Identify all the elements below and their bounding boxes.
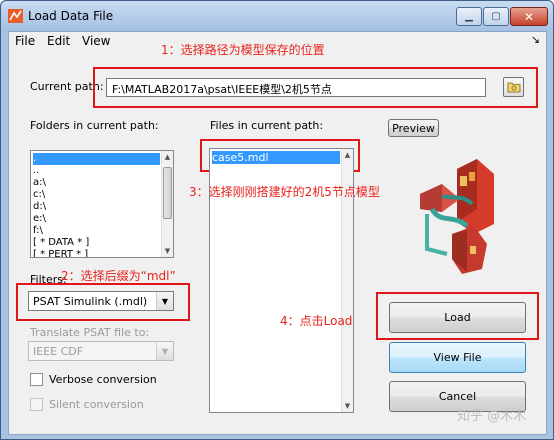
files-label: Files in current path: (210, 119, 324, 132)
folder-item[interactable]: a:\ (33, 177, 46, 189)
annotation-step2: 2：选择后缀为“mdl” (61, 269, 176, 283)
close-button[interactable]: ✕ (510, 7, 548, 26)
annotation-step4: 4：点击Load (280, 314, 353, 328)
folder-item[interactable]: [ * DATA * ] (33, 237, 89, 249)
load-data-file-window: Load Data File ▁ ▢ ✕ File Edit View ↘ 1：… (0, 0, 554, 440)
menu-view[interactable]: View (82, 34, 110, 48)
scroll-up-icon[interactable]: ▲ (342, 149, 353, 161)
silent-conversion-label: Silent conversion (49, 398, 144, 411)
folder-item[interactable]: d:\ (33, 201, 46, 213)
file-item[interactable]: case5.mdl (212, 151, 340, 164)
folder-item[interactable]: c:\ (33, 189, 45, 201)
menu-edit[interactable]: Edit (47, 34, 70, 48)
filters-selected-value: PSAT Simulink (.mdl) (33, 295, 148, 308)
folders-label: Folders in current path: (30, 119, 159, 132)
chevron-down-icon[interactable]: ▼ (156, 342, 173, 360)
scroll-up-icon[interactable]: ▲ (162, 151, 173, 163)
dock-arrow-icon[interactable]: ↘ (531, 33, 540, 46)
scroll-down-icon[interactable]: ▼ (162, 245, 173, 257)
folder-item[interactable]: . (33, 153, 160, 165)
filters-select[interactable]: PSAT Simulink (.mdl) ▼ (28, 291, 174, 311)
close-icon: ✕ (523, 9, 535, 24)
browse-folder-button[interactable] (503, 77, 524, 97)
translate-label: Translate PSAT file to: (30, 326, 150, 339)
model-preview-image (420, 159, 494, 274)
load-button[interactable]: Load (389, 302, 526, 333)
menu-file[interactable]: File (15, 34, 35, 48)
translate-selected-value: IEEE CDF (33, 345, 84, 358)
minimize-button[interactable]: ▁ (456, 7, 482, 26)
matlab-app-icon (8, 9, 23, 23)
folders-scrollbar[interactable]: ▲ ▼ (161, 151, 173, 257)
scroll-thumb[interactable] (163, 167, 172, 219)
window-title: Load Data File (28, 9, 114, 23)
folder-icon (507, 82, 521, 93)
view-file-button[interactable]: View File (389, 342, 526, 373)
folder-item[interactable]: e:\ (33, 213, 46, 225)
annotation-step1: 1：选择路径为模型保存的位置 (161, 43, 325, 57)
watermark: 知乎 @木木 (457, 409, 527, 424)
preview-button[interactable]: Preview (388, 119, 439, 137)
dialog-body: File Edit View ↘ 1：选择路径为模型保存的位置 Current … (8, 31, 547, 435)
folder-item[interactable]: f:\ (33, 225, 43, 237)
verbose-conversion-checkbox[interactable] (30, 373, 43, 386)
chevron-down-icon[interactable]: ▼ (156, 292, 173, 310)
translate-select[interactable]: IEEE CDF ▼ (28, 341, 174, 361)
maximize-icon: ▢ (491, 11, 501, 22)
verbose-conversion-label: Verbose conversion (49, 373, 157, 386)
folder-item[interactable]: .. (33, 165, 39, 177)
current-path-field[interactable]: F:\MATLAB2017a\psat\IEEE模型\2机5节点 (106, 78, 486, 97)
maximize-button[interactable]: ▢ (483, 7, 509, 26)
silent-conversion-checkbox[interactable] (30, 398, 43, 411)
annotation-step3: 3：选择刚刚搭建好的2机5节点模型 (189, 185, 380, 199)
title-bar[interactable]: Load Data File ▁ ▢ ✕ (1, 1, 553, 31)
folder-item[interactable]: [ * PERT * ] (33, 249, 88, 257)
scroll-down-icon[interactable]: ▼ (342, 400, 353, 412)
minimize-icon: ▁ (465, 11, 473, 22)
folders-listbox[interactable]: . .. a:\ c:\ d:\ e:\ f:\ [ * DATA * ] [ … (30, 150, 174, 258)
